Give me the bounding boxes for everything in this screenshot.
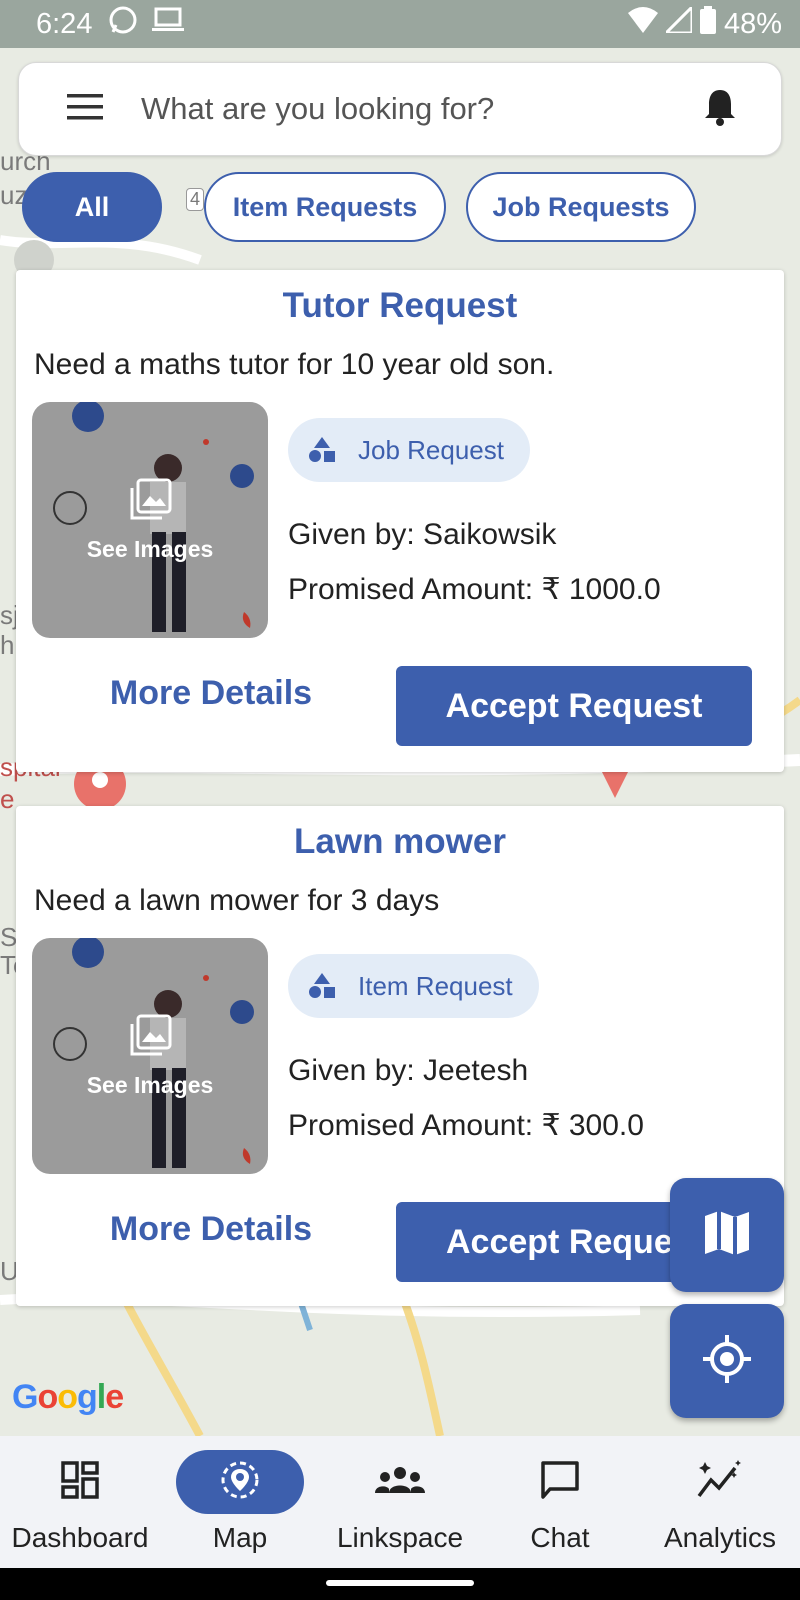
nav-label: Chat [530,1522,590,1553]
thumbnail-image[interactable]: See Images [32,938,268,1174]
bell-icon[interactable] [703,88,737,131]
map-label: S [0,922,18,952]
request-type-badge: Job Request [288,418,530,482]
filter-chip-all[interactable]: All [22,172,162,242]
thumbnail-image[interactable]: See Images [32,402,268,638]
see-images-label: See Images [86,1072,214,1098]
nav-dashboard[interactable]: Dashboard [0,1436,160,1568]
card-description: Need a lawn mower for 3 days [34,884,440,917]
request-type-badge: Item Request [288,954,539,1018]
nav-analytics[interactable]: Analytics [640,1436,800,1568]
card-description: Need a maths tutor for 10 year old son. [34,348,555,381]
crosshair-icon [703,1334,751,1388]
gallery-icon [130,1014,172,1061]
nav-map[interactable]: Map [160,1436,320,1568]
accept-request-button[interactable]: Accept Request [396,666,752,746]
map-view-button[interactable] [670,1178,784,1292]
bottom-navigation: Dashboard Map Linkspace Chat Analytics [0,1436,800,1568]
gesture-bar [0,1568,800,1600]
filter-chip-item-requests[interactable]: Item Requests [204,172,446,242]
nav-label: Map [212,1522,268,1553]
given-by: Given by: Saikowsik [288,518,557,551]
map-pin-icon [219,1459,261,1506]
menu-icon[interactable] [67,93,103,125]
analytics-icon [697,1459,743,1505]
map-icon [703,1210,751,1261]
more-details-button[interactable]: More Details [96,1210,326,1249]
nav-linkspace[interactable]: Linkspace [320,1436,480,1568]
request-card: Tutor Request Need a maths tutor for 10 … [16,270,784,772]
my-location-button[interactable] [670,1304,784,1418]
request-card: Lawn mower Need a lawn mower for 3 days … [16,806,784,1306]
filter-chip-job-requests[interactable]: Job Requests [466,172,696,242]
wifi-icon [627,7,658,41]
promised-amount: Promised Amount: ₹ 300.0 [288,1109,644,1142]
more-details-button[interactable]: More Details [96,674,326,713]
given-by: Given by: Jeetesh [288,1054,529,1087]
nav-label: Dashboard [11,1522,149,1553]
shapes-icon [308,437,336,463]
see-images-label: See Images [86,536,214,562]
dashboard-icon [61,1460,99,1504]
promised-amount: Promised Amount: ₹ 1000.0 [288,573,661,606]
map-label: e [0,784,15,814]
battery-percent: 48% [723,7,782,40]
nav-label: Analytics [663,1522,777,1553]
nav-label: Linkspace [336,1522,464,1553]
card-title: Tutor Request [282,286,518,325]
search-input[interactable] [141,91,703,127]
chat-icon [540,1460,580,1505]
laptop-icon [152,7,185,41]
signal-icon [662,3,694,41]
google-logo: Google [12,1378,124,1416]
group-icon [375,1465,425,1500]
search-bar [18,62,782,156]
status-bar: 6:24 48% [0,0,800,48]
card-title: Lawn mower [294,822,506,861]
status-time: 6:24 [36,7,93,40]
whatsapp-icon [108,5,138,43]
gallery-icon [130,478,172,525]
highway-marker: 4 [186,188,205,211]
shapes-icon [308,973,336,999]
map-label: h [0,630,15,660]
home-gesture-pill[interactable] [326,1580,474,1586]
request-type-label: Job Request [358,434,504,465]
nav-chat[interactable]: Chat [480,1436,640,1568]
battery-icon [699,6,716,42]
request-type-label: Item Request [358,970,513,1001]
